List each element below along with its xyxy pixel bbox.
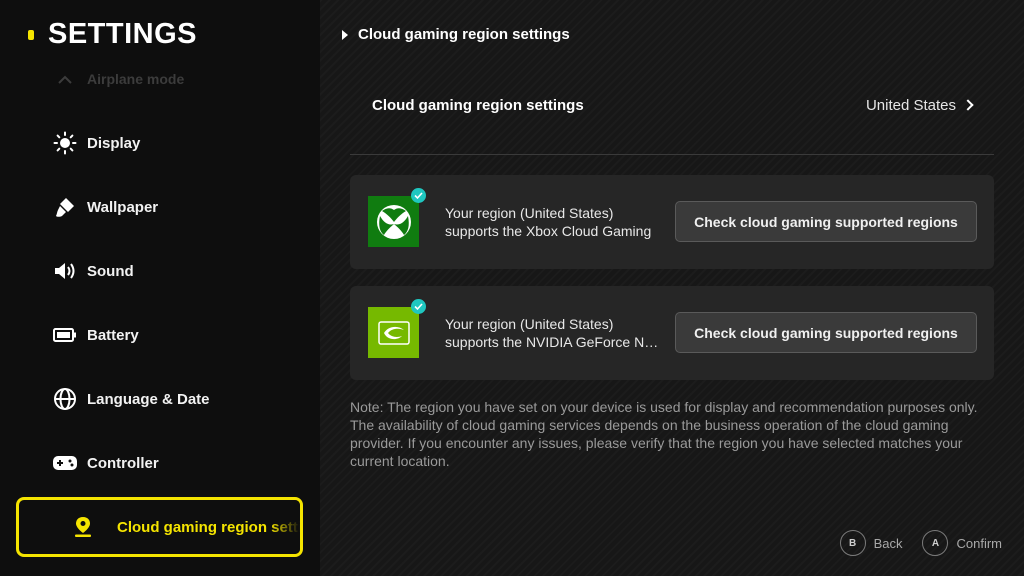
card-line-2: supports the Xbox Cloud Gaming xyxy=(445,223,652,239)
chevron-right-icon xyxy=(962,99,974,111)
card-line-1: Your region (United States) xyxy=(445,316,614,332)
sidebar-item-label: Display xyxy=(87,134,141,152)
check-badge-icon xyxy=(411,188,426,203)
battery-icon xyxy=(52,322,78,348)
check-regions-button[interactable]: Check cloud gaming supported regions xyxy=(675,201,977,242)
text-fade-overlay xyxy=(270,500,300,554)
button-hints: B Back A Confirm xyxy=(820,530,1002,556)
hint-confirm[interactable]: A Confirm xyxy=(922,530,1002,556)
xbox-logo-icon xyxy=(368,196,419,247)
sidebar-item-label: Wallpaper xyxy=(87,198,159,216)
sidebar-item-wallpaper[interactable]: Wallpaper xyxy=(52,192,158,222)
card-line-2: supports the NVIDIA GeForce NOW xyxy=(445,334,660,350)
sidebar-item-display[interactable]: Display xyxy=(52,128,140,158)
sidebar: SETTINGS Airplane mode Display Wallpaper… xyxy=(0,0,320,576)
triangle-right-icon xyxy=(342,29,348,40)
hint-label: Back xyxy=(873,535,903,551)
sidebar-item-label: Language & Date xyxy=(87,390,210,408)
b-button-icon: B xyxy=(839,530,866,556)
sidebar-item-sound[interactable]: Sound xyxy=(52,256,134,286)
region-setting-value: United States xyxy=(865,96,974,114)
airplane-icon xyxy=(52,66,78,92)
xbox-cloud-card: Your region (United States) supports the… xyxy=(350,175,994,269)
nvidia-logo-icon xyxy=(368,307,419,358)
card-line-1: Your region (United States) xyxy=(445,205,614,221)
a-button-icon: A xyxy=(922,530,949,556)
region-note: Note: The region you have set on your de… xyxy=(350,399,978,469)
hint-back[interactable]: B Back xyxy=(839,530,903,556)
main-panel: Cloud gaming region settings Cloud gamin… xyxy=(320,0,1024,576)
sidebar-item-language-date[interactable]: Language & Date xyxy=(52,384,210,414)
gamepad-icon xyxy=(52,450,78,476)
breadcrumb-label: Cloud gaming region settings xyxy=(358,26,570,43)
sidebar-item-label: Sound xyxy=(87,262,134,280)
breadcrumb: Cloud gaming region settings xyxy=(342,26,570,43)
card-description: Your region (United States) supports the… xyxy=(445,315,660,351)
sidebar-item-label: Battery xyxy=(87,326,139,344)
sidebar-item-controller[interactable]: Controller xyxy=(52,448,159,478)
sun-icon xyxy=(52,130,78,156)
card-description: Your region (United States) supports the… xyxy=(445,204,660,240)
check-regions-button[interactable]: Check cloud gaming supported regions xyxy=(675,312,977,353)
divider xyxy=(350,154,994,155)
region-value-text: United States xyxy=(865,96,956,114)
region-setting-label: Cloud gaming region settings xyxy=(372,96,584,114)
sidebar-item-cloud-gaming-region[interactable]: Cloud gaming region settings xyxy=(16,497,303,557)
page-title: SETTINGS xyxy=(48,18,198,50)
sidebar-item-label: Controller xyxy=(87,454,159,472)
hint-label: Confirm xyxy=(956,535,1002,551)
sidebar-item-airplane-mode[interactable]: Airplane mode xyxy=(52,68,184,90)
region-setting-row[interactable]: Cloud gaming region settings United Stat… xyxy=(372,92,974,118)
sidebar-item-label: Airplane mode xyxy=(87,71,185,87)
paint-brush-icon xyxy=(52,194,78,220)
globe-icon xyxy=(52,386,78,412)
accent-dot xyxy=(28,29,34,40)
check-badge-icon xyxy=(411,299,426,314)
sidebar-item-battery[interactable]: Battery xyxy=(52,320,139,350)
location-pin-icon xyxy=(73,515,93,539)
speaker-icon xyxy=(52,258,78,284)
sidebar-header: SETTINGS xyxy=(28,18,197,51)
nvidia-cloud-card: Your region (United States) supports the… xyxy=(350,286,994,380)
